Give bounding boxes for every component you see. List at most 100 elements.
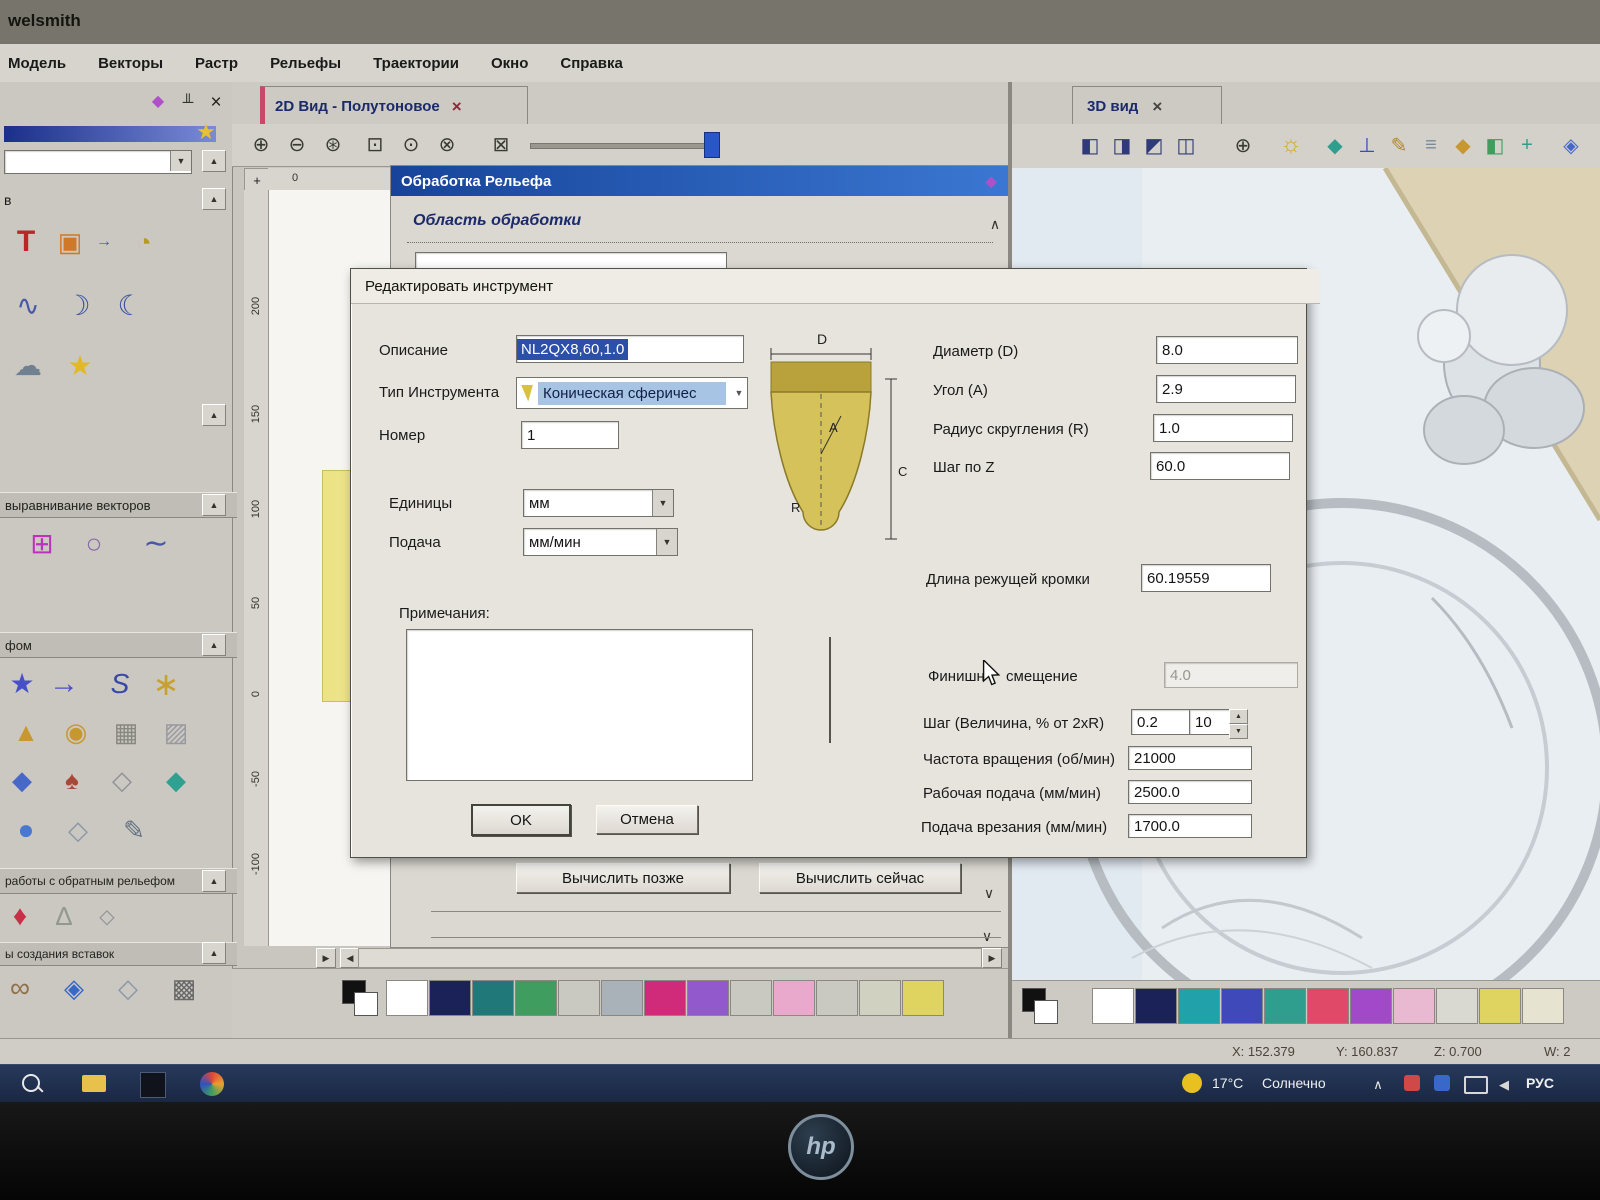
work-feed-input[interactable]: 2500.0 [1128,780,1252,804]
color-swatch[interactable] [859,980,901,1016]
star-blue-icon[interactable]: ★ [2,664,42,704]
add-view-icon[interactable]: + [1512,131,1542,159]
measure-tool-icon[interactable]: ◔ [124,222,164,262]
zoom-in-icon[interactable]: ⊕ [246,130,276,158]
step-percent-stepper[interactable]: ▲ ▼ [1229,709,1248,739]
align-circles-icon[interactable]: ○ [74,524,114,564]
color-swatch[interactable] [1479,988,1521,1024]
volume-icon[interactable]: ◀ [1494,1074,1514,1094]
color-swatch[interactable] [386,980,428,1016]
diameter-input[interactable]: 8.0 [1156,336,1298,364]
light-icon[interactable]: ☼ [1276,131,1306,159]
search-icon[interactable] [22,1074,40,1092]
menu-item-model[interactable]: Модель [8,55,66,72]
section-transform-button[interactable]: ▲ [202,634,226,656]
color-swatch[interactable] [1350,988,1392,1024]
feed-dropdown-icon[interactable]: ▼ [656,529,677,555]
diamond-outline2-icon[interactable]: ◇ [108,968,148,1008]
panel-pin-icon[interactable]: ╨ [176,90,200,114]
diamond-blue-icon[interactable]: ◆ [2,760,42,800]
zoom-3d-icon[interactable]: ⊕ [1228,131,1258,159]
color-swatch[interactable] [1393,988,1435,1024]
color-swatch[interactable] [1178,988,1220,1024]
sphere-icon[interactable]: ● [6,810,46,850]
tab-2d-view[interactable]: 2D Вид - Полутоновое × [260,86,528,125]
app-icon-color[interactable] [200,1072,224,1096]
pyramids-gray-icon[interactable]: ∆ [44,896,84,936]
zoom-out-icon[interactable]: ⊖ [282,130,312,158]
feed-combo[interactable]: мм/мин ▼ [523,528,678,556]
star-tool-icon[interactable]: ★ [60,346,100,386]
panel-close-icon[interactable]: × [204,90,228,114]
scroll-corner-button[interactable]: ▶ [316,948,336,968]
menu-item-help[interactable]: Справка [560,55,622,72]
side-view-icon[interactable]: ◩ [1139,131,1169,159]
panel-scroll-up-button[interactable]: ▲ [202,150,226,172]
tray-app-icon[interactable] [1404,1075,1420,1091]
front-view-icon[interactable]: ◨ [1107,131,1137,159]
color-swatch[interactable] [1221,988,1263,1024]
pattern-icon[interactable]: ▩ [164,968,204,1008]
arc-tool-icon[interactable]: ☽ [58,286,98,326]
favorites-star-icon[interactable]: ★ [192,118,220,146]
diamond-outline-icon[interactable]: ◇ [58,810,98,850]
tab-2d-close-icon[interactable]: × [452,98,462,115]
color-swatch[interactable] [902,980,944,1016]
tree-icon[interactable]: ♠ [52,760,92,800]
zoom-box-icon[interactable]: ⊡ [360,130,390,158]
step-z-input[interactable]: 60.0 [1150,452,1290,480]
section-inserts-button[interactable]: ▲ [202,942,226,964]
wireframe-icon[interactable]: ≡ [1416,131,1446,159]
color-swatch[interactable] [687,980,729,1016]
paint-tool-icon[interactable]: ▣ [50,222,90,262]
color-swatch[interactable] [1436,988,1478,1024]
color-swatch[interactable] [773,980,815,1016]
gold-material-icon[interactable]: ◆ [1448,131,1478,159]
s-curve-icon[interactable]: S [100,664,140,704]
contrast-slider-track[interactable] [530,143,718,149]
radius-input[interactable]: 1.0 [1153,414,1293,442]
zoom-fit-icon[interactable]: ⊛ [318,130,348,158]
pen-tool-icon[interactable]: ✎ [114,810,154,850]
axes-icon[interactable]: ⊥ [1352,131,1382,159]
plunge-feed-input[interactable]: 1700.0 [1128,814,1252,838]
contrast-slider-handle[interactable] [704,132,720,158]
app-icon-dark[interactable] [140,1072,166,1098]
align-squares-icon[interactable]: ⊞ [22,524,62,564]
color-swatch[interactable] [601,980,643,1016]
color-swatch[interactable] [472,980,514,1016]
pyramid-icon[interactable]: ▲ [6,712,46,752]
color-swatch[interactable] [816,980,858,1016]
number-input[interactable]: 1 [521,421,619,449]
angle-input[interactable]: 2.9 [1156,375,1296,403]
ok-button[interactable]: OK [471,804,571,836]
cancel-button[interactable]: Отмена [596,805,698,834]
tool-type-combo[interactable]: Коническая сферичес ▼ [516,377,748,409]
calc-later-button[interactable]: Вычислить позже [516,863,730,893]
hscroll-left-button[interactable]: ◀ [340,948,360,968]
cloud-tool-icon[interactable]: ☁ [8,346,48,386]
color-swatch[interactable] [644,980,686,1016]
tab-3d-close-icon[interactable]: × [1152,98,1162,115]
material-icon[interactable]: ◆ [1320,131,1350,159]
stepper-up-icon[interactable]: ▲ [1229,709,1248,724]
secondary-color-swatch-3d[interactable] [1034,1000,1058,1024]
shade-icon[interactable]: ◧ [1480,131,1510,159]
sketch-icon[interactable]: ✎ [1384,131,1414,159]
arrow-blue-icon[interactable]: → [44,664,84,704]
folder-icon[interactable] [82,1075,106,1092]
render-icon[interactable]: ◈ [1556,131,1586,159]
wave-tool-icon[interactable]: ∿ [8,286,48,326]
color-swatch[interactable] [429,980,471,1016]
description-input[interactable]: NL2QX8,60,1.0 [516,335,744,363]
rings-icon[interactable]: ∞ [0,968,40,1008]
relief-red-icon[interactable]: ♦ [0,896,40,936]
menu-item-toolpaths[interactable]: Траектории [373,55,459,72]
calc-now-button[interactable]: Вычислить сейчас [759,863,961,893]
stepper-down-icon[interactable]: ▼ [1229,724,1248,739]
weather-sun-icon[interactable] [1182,1073,1202,1093]
weather-temp[interactable]: 17°C [1212,1075,1243,1091]
color-swatch[interactable] [730,980,772,1016]
toolbox-scroll-button[interactable]: ▲ [202,404,226,426]
color-swatch[interactable] [1264,988,1306,1024]
